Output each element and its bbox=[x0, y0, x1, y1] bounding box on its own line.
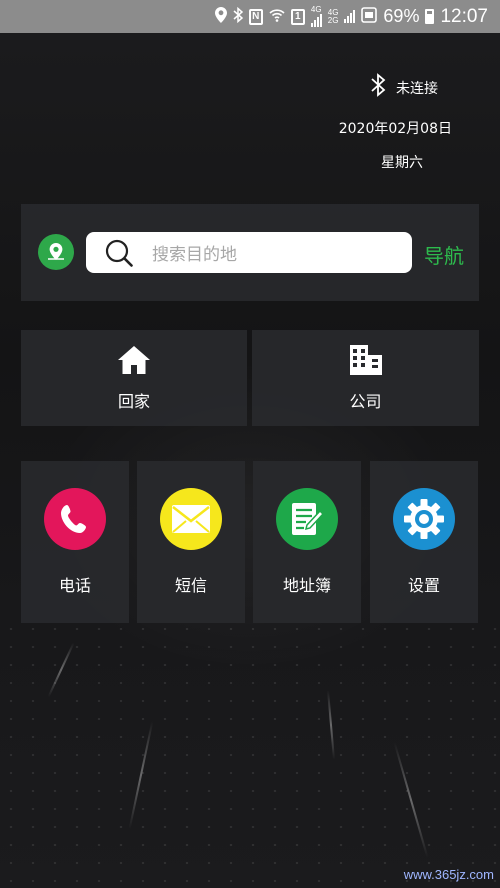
nfc-icon: N bbox=[248, 8, 263, 25]
phone-label: 电话 bbox=[58, 576, 91, 595]
wifi-icon bbox=[269, 8, 285, 25]
address-book-label: 地址簿 bbox=[282, 576, 331, 595]
battery-percent: 69% bbox=[383, 6, 420, 26]
search-input[interactable]: 搜索目的地 bbox=[86, 232, 412, 273]
address-book-icon bbox=[276, 488, 338, 550]
navigate-button[interactable]: 导航 bbox=[424, 240, 464, 269]
clock: 12:07 bbox=[440, 5, 488, 27]
message-label: 短信 bbox=[174, 576, 207, 595]
bluetooth-connection[interactable]: 未连接 bbox=[370, 72, 438, 103]
watermark: www.365jz.com bbox=[403, 867, 494, 882]
gear-icon bbox=[393, 488, 455, 550]
sim1-icon: 1 bbox=[290, 8, 305, 25]
signal-4g-icon: 4G bbox=[310, 5, 322, 27]
data-saver-icon bbox=[361, 7, 378, 26]
settings-label: 设置 bbox=[407, 576, 440, 595]
connection-status: 未连接 bbox=[396, 80, 438, 97]
signal-bars-icon bbox=[344, 10, 356, 23]
battery-icon bbox=[425, 9, 435, 24]
net-label: 4G bbox=[310, 5, 322, 14]
date-label: 2020年02月08日 bbox=[338, 121, 452, 137]
settings-app[interactable]: 设置 bbox=[370, 461, 478, 623]
net-label: 2G bbox=[327, 15, 339, 25]
home-shortcut[interactable]: 回家 bbox=[21, 330, 247, 426]
message-app[interactable]: 短信 bbox=[137, 461, 245, 623]
bluetooth-icon bbox=[233, 6, 243, 26]
navigation-card: 搜索目的地 导航 bbox=[21, 204, 479, 301]
signal-4g-2g-icon: 4G 2G bbox=[327, 8, 339, 25]
location-pin-icon[interactable] bbox=[38, 234, 74, 270]
company-label: 公司 bbox=[349, 392, 382, 411]
status-bar: N 1 4G 4G 2G 69% 12:07 bbox=[0, 0, 500, 33]
location-icon bbox=[214, 7, 227, 26]
weekday-label: 星期六 bbox=[381, 155, 423, 171]
address-book-app[interactable]: 地址簿 bbox=[253, 461, 361, 623]
phone-app[interactable]: 电话 bbox=[21, 461, 129, 623]
building-icon bbox=[349, 344, 383, 380]
company-shortcut[interactable]: 公司 bbox=[252, 330, 479, 426]
search-placeholder: 搜索目的地 bbox=[152, 245, 237, 265]
home-icon bbox=[117, 344, 151, 380]
bluetooth-icon bbox=[370, 72, 386, 103]
search-icon bbox=[104, 238, 134, 268]
message-icon bbox=[160, 488, 222, 550]
home-label: 回家 bbox=[117, 392, 150, 411]
phone-icon bbox=[44, 488, 106, 550]
